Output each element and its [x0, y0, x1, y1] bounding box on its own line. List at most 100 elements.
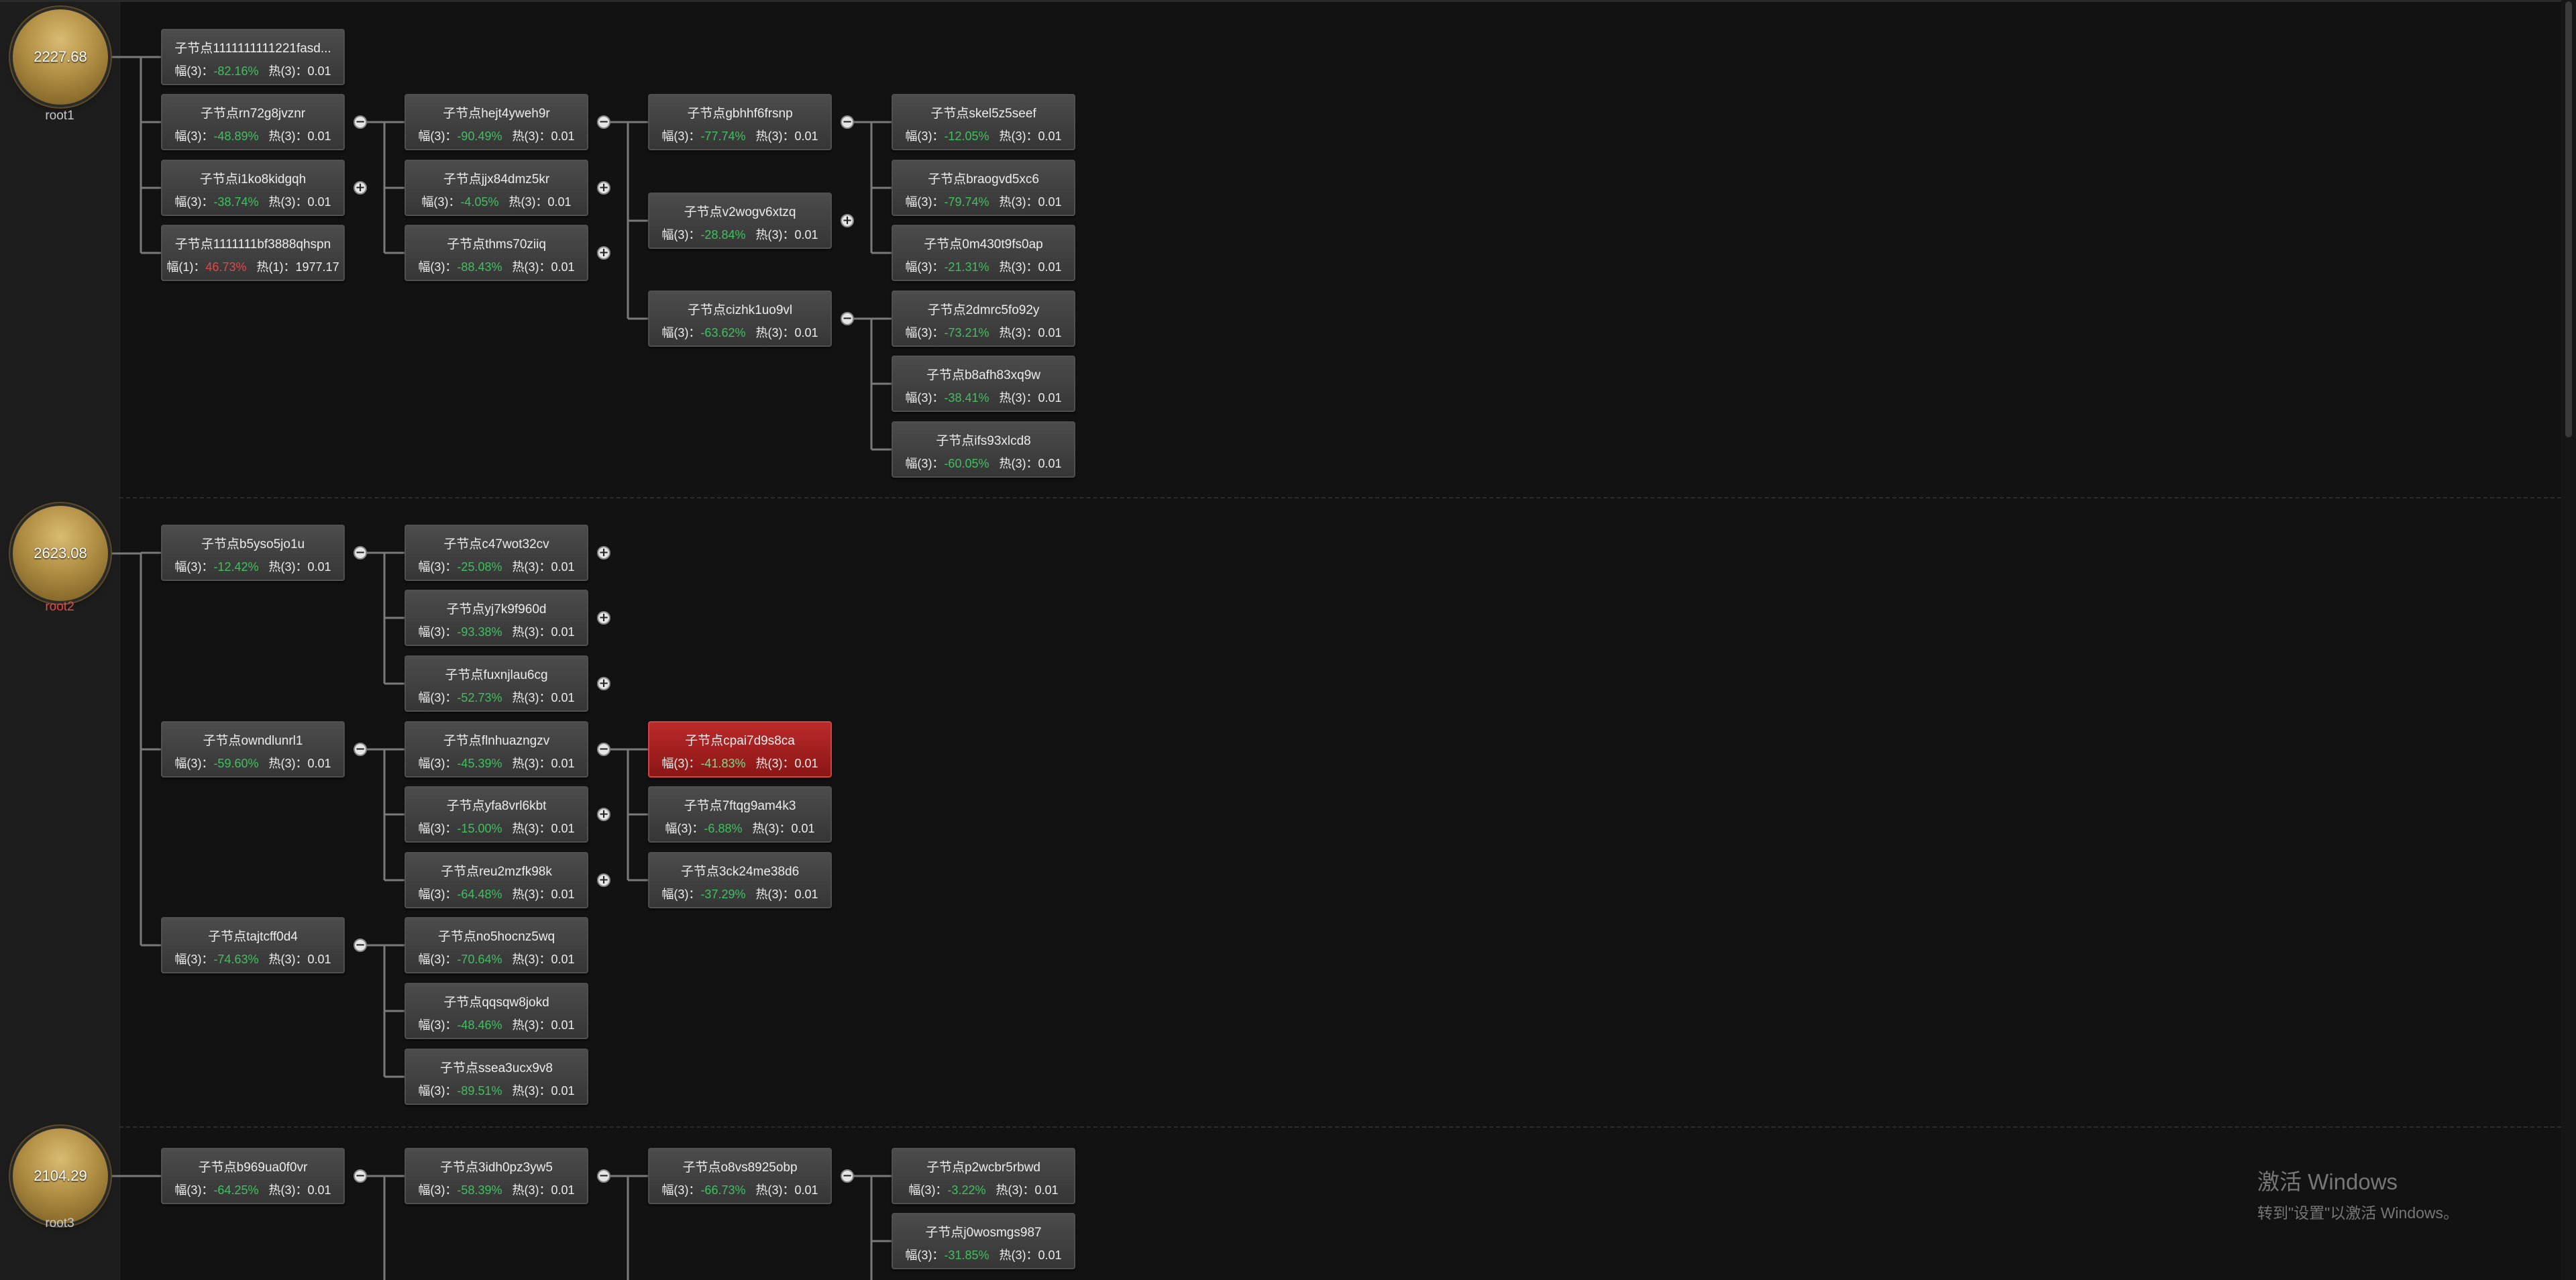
node-title: 子节点skel5z5seef [930, 107, 1036, 121]
re-label: 热 [752, 822, 765, 835]
tree-node[interactable]: 子节点ssea3ucx9v8 幅(3)：-89.51% 热(3)：0.01 [405, 1049, 588, 1105]
re-count: 3 [768, 822, 775, 835]
tree-node[interactable]: 子节点fuxnjlau6cg 幅(3)：-52.73% 热(3)：0.01 [405, 655, 588, 712]
collapse-icon[interactable]: − [354, 939, 367, 952]
fu-count: 3 [191, 757, 198, 770]
expand-icon[interactable]: + [597, 677, 610, 690]
tree-node[interactable]: 子节点ifs93xlcd8 幅(3)：-60.05% 热(3)：0.01 [892, 421, 1075, 478]
re-label: 热 [755, 326, 768, 339]
tree-node[interactable]: 子节点3idh0pz3yw5 幅(3)：-58.39% 热(3)：0.01 [405, 1148, 588, 1204]
scrollbar-thumb[interactable] [2565, 1, 2572, 437]
fu-count: 3 [678, 1183, 685, 1197]
tree-node[interactable]: 子节点j0wosmgs987 幅(3)：-31.85% 热(3)：0.01 [892, 1213, 1075, 1269]
expand-icon[interactable]: + [354, 181, 367, 195]
collapse-icon[interactable]: − [354, 115, 367, 129]
fu-count: 3 [191, 560, 198, 574]
collapse-icon[interactable]: − [354, 1169, 367, 1183]
tree-node[interactable]: 子节点v2wogv6xtzq 幅(3)：-28.84% 热(3)：0.01 [648, 193, 832, 249]
expand-icon[interactable]: + [597, 546, 610, 559]
tree-node[interactable]: 子节点gbhhf6frsnp 幅(3)：-77.74% 热(3)：0.01 [648, 94, 832, 150]
tree-node[interactable]: 子节点i1ko8kidgqh 幅(3)：-38.74% 热(3)：0.01 [161, 160, 345, 216]
tree-node[interactable]: 子节点thms70ziiq 幅(3)：-88.43% 热(3)：0.01 [405, 225, 588, 281]
fu-value: -4.05% [460, 195, 499, 209]
node-stats: 幅(3)：-93.38% 热(3)：0.01 [418, 625, 575, 639]
root-node-circle[interactable]: 2104.29 [13, 1128, 108, 1224]
fu-value: -64.25% [213, 1183, 259, 1197]
re-label: 热 [512, 822, 525, 835]
tree-node[interactable]: 子节点flnhuazngzv 幅(3)：-45.39% 热(3)：0.01 [405, 721, 588, 778]
collapse-icon[interactable]: − [597, 115, 610, 129]
fu-count: 3 [434, 1183, 441, 1197]
re-count: 3 [284, 953, 292, 966]
fu-label: 幅 [665, 822, 678, 835]
collapse-icon[interactable]: − [597, 1169, 610, 1183]
tree-node[interactable]: 子节点0m430t9fs0ap 幅(3)：-21.31% 热(3)：0.01 [892, 225, 1075, 281]
tree-node[interactable]: 子节点jjx84dmz5kr 幅(3)：-4.05% 热(3)：0.01 [405, 160, 588, 216]
collapse-icon[interactable]: − [354, 546, 367, 559]
node-stats: 幅(3)：-74.63% 热(3)：0.01 [174, 953, 331, 966]
re-value: 0.01 [307, 757, 331, 770]
re-count: 3 [771, 888, 779, 901]
tree-node-selected[interactable]: 子节点cpai7d9s8ca 幅(3)：-41.83% 热(3)：0.01 [648, 721, 832, 778]
fu-label: 幅 [661, 757, 674, 770]
tree-node[interactable]: 子节点skel5z5seef 幅(3)：-12.05% 热(3)：0.01 [892, 94, 1075, 150]
node-title: 子节点7ftqg9am4k3 [684, 799, 796, 813]
fu-value: -59.60% [213, 757, 259, 770]
re-label: 热 [512, 1084, 525, 1098]
re-value: 0.01 [1038, 326, 1062, 339]
tree-node[interactable]: 子节点hejt4yweh9r 幅(3)：-90.49% 热(3)：0.01 [405, 94, 588, 150]
expand-icon[interactable]: + [841, 214, 854, 227]
fu-value: -38.74% [213, 195, 259, 209]
re-label: 热 [755, 228, 768, 242]
re-label: 热 [512, 560, 525, 574]
tree-node[interactable]: 子节点reu2mzfk98k 幅(3)：-64.48% 热(3)：0.01 [405, 852, 588, 908]
tree-node[interactable]: 子节点no5hocnz5wq 幅(3)：-70.64% 热(3)：0.01 [405, 917, 588, 973]
expand-icon[interactable]: + [597, 808, 610, 821]
vertical-scrollbar[interactable] [2561, 0, 2576, 1280]
tree-node[interactable]: 子节点b969ua0f0vr 幅(3)：-64.25% 热(3)：0.01 [161, 1148, 345, 1204]
tree-node[interactable]: 子节点7ftqg9am4k3 幅(3)：-6.88% 热(3)：0.01 [648, 786, 832, 843]
tree-node[interactable]: 子节点yfa8vrl6kbt 幅(3)：-15.00% 热(3)：0.01 [405, 786, 588, 843]
tree-node[interactable]: 子节点o8vs8925obp 幅(3)：-66.73% 热(3)：0.01 [648, 1148, 832, 1204]
tree-node[interactable]: 子节点braogvd5xc6 幅(3)：-79.74% 热(3)：0.01 [892, 160, 1075, 216]
re-label: 热 [755, 129, 768, 143]
tree-node[interactable]: 子节点b8afh83xq9w 幅(3)：-38.41% 热(3)：0.01 [892, 356, 1075, 412]
node-title: 子节点p2wcbr5rbwd [926, 1161, 1040, 1175]
tree-node[interactable]: 子节点3ck24me38d6 幅(3)：-37.29% 热(3)：0.01 [648, 852, 832, 908]
tree-node[interactable]: 子节点owndlunrl1 幅(3)：-59.60% 热(3)：0.01 [161, 721, 345, 778]
collapse-icon[interactable]: − [841, 115, 854, 129]
fu-count: 3 [921, 195, 928, 209]
expand-icon[interactable]: + [597, 873, 610, 887]
root-node-circle[interactable]: 2227.68 [13, 9, 108, 105]
fu-count: 3 [921, 457, 928, 470]
collapse-icon[interactable]: − [841, 1169, 854, 1183]
node-title: 子节点o8vs8925obp [682, 1161, 798, 1175]
expand-icon[interactable]: + [597, 246, 610, 260]
root-node-circle[interactable]: 2623.08 [13, 506, 108, 601]
fu-label: 幅 [661, 228, 674, 242]
tree-node[interactable]: 子节点2dmrc5fo92y 幅(3)：-73.21% 热(3)：0.01 [892, 290, 1075, 347]
fu-value: -66.73% [700, 1183, 746, 1197]
tree-node[interactable]: 子节点rn72g8jvznr 幅(3)：-48.89% 热(3)：0.01 [161, 94, 345, 150]
node-title: 子节点fuxnjlau6cg [445, 668, 548, 682]
tree-node[interactable]: 子节点yj7k9f960d 幅(3)：-93.38% 热(3)：0.01 [405, 590, 588, 646]
collapse-icon[interactable]: − [841, 312, 854, 325]
collapse-icon[interactable]: − [597, 743, 610, 756]
re-count: 3 [528, 953, 535, 966]
fu-value: -25.08% [457, 560, 502, 574]
expand-icon[interactable]: + [597, 181, 610, 195]
re-count: 3 [528, 1183, 535, 1197]
tree-node[interactable]: 子节点c47wot32cv 幅(3)：-25.08% 热(3)：0.01 [405, 525, 588, 581]
re-label: 热 [512, 625, 525, 639]
expand-icon[interactable]: + [597, 611, 610, 625]
tree-node[interactable]: 子节点qqsqw8jokd 幅(3)：-48.46% 热(3)：0.01 [405, 983, 588, 1039]
tree-node[interactable]: 子节点1111111bf3888qhspn 幅(1)：46.73% 热(1)：19… [161, 225, 345, 281]
collapse-icon[interactable]: − [354, 743, 367, 756]
re-count: 3 [284, 64, 292, 78]
tree-node[interactable]: 子节点tajtcff0d4 幅(3)：-74.63% 热(3)：0.01 [161, 917, 345, 973]
tree-node[interactable]: 子节点1111111111221fasd... 幅(3)：-82.16% 热(3)… [161, 29, 345, 85]
tree-node[interactable]: 子节点b5yso5jo1u 幅(3)：-12.42% 热(3)：0.01 [161, 525, 345, 581]
tree-node[interactable]: 子节点cizhk1uo9vl 幅(3)：-63.62% 热(3)：0.01 [648, 290, 832, 347]
tree-node[interactable]: 子节点p2wcbr5rbwd 幅(3)：-3.22% 热(3)：0.01 [892, 1148, 1075, 1204]
node-title: 子节点yfa8vrl6kbt [446, 799, 547, 813]
